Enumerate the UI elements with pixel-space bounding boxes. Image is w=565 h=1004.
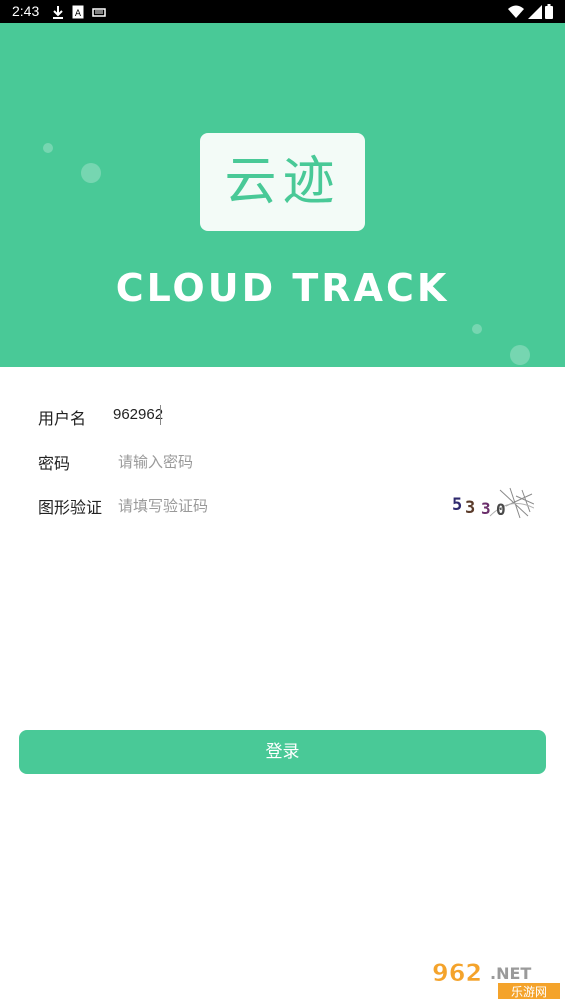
brand-title: CLOUD TRACK	[115, 266, 450, 310]
captcha-label: 图形验证	[38, 498, 103, 517]
svg-text:A: A	[75, 9, 82, 19]
battery-icon	[545, 4, 553, 23]
svg-text:0: 0	[496, 500, 506, 519]
captcha-input[interactable]: 请填写验证码	[118, 495, 208, 516]
logo-text: 云迹	[224, 152, 341, 212]
sd-card-icon	[92, 4, 106, 23]
watermark-logo: 962 .NET 乐游网	[426, 955, 562, 999]
login-button[interactable]: 登录	[19, 730, 546, 774]
username-label: 用户名	[38, 409, 87, 428]
status-bar: 2:43 A	[0, 0, 565, 23]
hero-banner: 云迹 CLOUD TRACK	[0, 23, 565, 367]
download-icon	[52, 4, 64, 23]
password-row: 密码 请输入密码	[0, 446, 565, 476]
signal-icon	[528, 4, 542, 23]
wifi-icon	[508, 4, 524, 23]
decor-dot	[43, 143, 53, 153]
svg-text:5: 5	[452, 495, 462, 515]
svg-text:3: 3	[481, 499, 491, 518]
a-icon: A	[72, 4, 84, 23]
svg-text:962: 962	[432, 959, 482, 987]
status-time: 2:43	[12, 3, 40, 19]
decor-dot	[81, 163, 101, 183]
svg-text:乐游网: 乐游网	[511, 985, 547, 999]
password-input[interactable]: 请输入密码	[118, 451, 193, 472]
password-label: 密码	[38, 454, 71, 473]
captcha-image[interactable]: 5 3 3 0	[450, 486, 535, 520]
username-input[interactable]: 962962	[113, 406, 163, 423]
text-cursor	[160, 405, 161, 425]
logo: 云迹	[200, 133, 365, 231]
svg-text:.NET: .NET	[490, 964, 531, 983]
username-row: 用户名 962962	[0, 401, 565, 431]
decor-dot	[472, 324, 482, 334]
decor-dot	[510, 345, 530, 365]
svg-text:3: 3	[465, 498, 475, 518]
